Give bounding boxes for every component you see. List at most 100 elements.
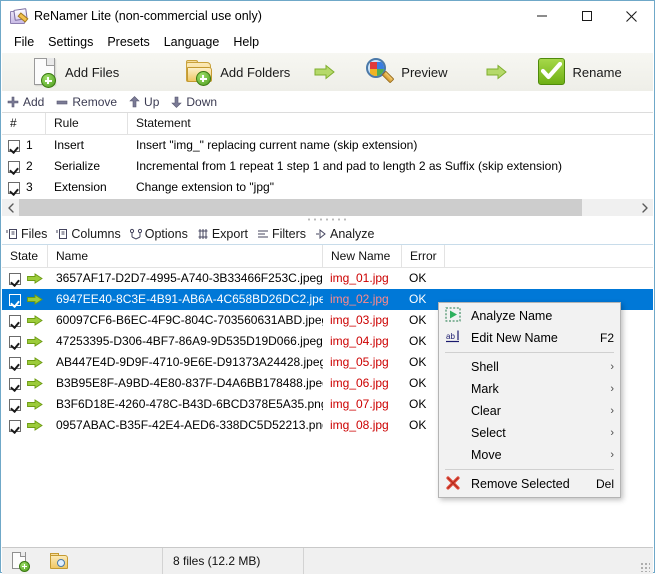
file-checkbox[interactable] xyxy=(9,398,21,411)
tab-analyze-label: Analyze xyxy=(330,226,375,241)
menu-presets[interactable]: Presets xyxy=(100,33,156,51)
tab-options[interactable]: Options xyxy=(129,227,188,241)
add-files-status-icon[interactable] xyxy=(12,552,30,572)
files-col-state[interactable]: State xyxy=(2,245,48,267)
rule-number: 3 xyxy=(26,180,33,194)
rules-col-rule[interactable]: Rule xyxy=(46,113,128,134)
context-menu-item-edit-new-name[interactable]: ab Edit New Name F2 xyxy=(439,327,620,349)
menu-language[interactable]: Language xyxy=(157,33,227,51)
file-checkbox[interactable] xyxy=(9,377,21,390)
file-state xyxy=(2,352,48,373)
minimize-button[interactable] xyxy=(519,1,564,31)
export-icon xyxy=(197,228,209,240)
file-new-name: img_03.jpg xyxy=(330,313,389,327)
title-bar: ReNamer Lite (non-commercial use only) xyxy=(1,1,654,31)
context-menu-accel: Del xyxy=(595,477,614,491)
blank-icon xyxy=(445,380,467,398)
rename-button[interactable]: Rename xyxy=(534,53,626,91)
analyze-name-icon xyxy=(445,307,467,325)
file-error: OK xyxy=(409,271,427,285)
resize-grip-icon[interactable] xyxy=(640,562,650,572)
context-menu-item-shell[interactable]: Shell › xyxy=(439,356,620,378)
rules-col-num[interactable]: # xyxy=(2,113,46,134)
close-button[interactable] xyxy=(609,1,654,31)
add-folders-button[interactable]: Add Folders xyxy=(181,53,294,91)
rule-up-label: Up xyxy=(144,94,160,109)
files-col-name[interactable]: Name xyxy=(48,245,323,267)
scrollbar-track[interactable] xyxy=(19,199,636,216)
scrollbar-thumb[interactable] xyxy=(19,199,582,216)
files-col-error[interactable]: Error xyxy=(402,245,445,267)
file-name: AB447E4D-9D9F-4710-9E6E-D91373A24428.jpe… xyxy=(56,355,323,369)
menu-file[interactable]: File xyxy=(7,33,41,51)
rename-icon xyxy=(537,58,566,86)
green-arrow-icon xyxy=(27,378,43,389)
context-menu-item-remove-selected[interactable]: Remove Selected Del xyxy=(439,473,620,495)
rules-row[interactable]: 2 Serialize Incremental from 1 repeat 1 … xyxy=(2,156,653,177)
files-table-header: State Name New Name Error xyxy=(2,245,653,268)
green-arrow-icon xyxy=(27,273,43,284)
file-checkbox[interactable] xyxy=(9,272,21,285)
table-row[interactable]: 3657AF17-D2D7-4995-A740-3B33466F253C.jpe… xyxy=(2,268,653,289)
add-files-button[interactable]: Add Files xyxy=(28,53,123,91)
file-checkbox[interactable] xyxy=(9,335,21,348)
rule-add-button[interactable]: Add xyxy=(7,95,44,109)
green-right-arrow-icon xyxy=(314,64,336,80)
rule-remove-label: Remove xyxy=(72,94,118,109)
file-checkbox[interactable] xyxy=(9,356,21,369)
rule-checkbox[interactable] xyxy=(8,181,20,194)
tab-filters-label: Filters xyxy=(271,226,306,241)
context-menu-item-clear[interactable]: Clear › xyxy=(439,400,620,422)
context-menu-separator xyxy=(445,352,614,353)
file-checkbox[interactable] xyxy=(9,419,21,432)
rule-down-button[interactable]: Down xyxy=(171,95,217,109)
rules-row[interactable]: 3 Extension Change extension to "jpg" xyxy=(2,177,653,198)
file-name: B3F6D18E-4260-478C-B43D-6BCD378E5A35.png xyxy=(56,397,323,411)
file-state xyxy=(2,394,48,415)
add-folders-status-icon[interactable] xyxy=(50,553,68,569)
context-menu-item-select[interactable]: Select › xyxy=(439,422,620,444)
panel-splitter[interactable] xyxy=(2,216,653,223)
context-menu-accel: F2 xyxy=(599,331,614,345)
context-menu-item-move[interactable]: Move › xyxy=(439,444,620,466)
file-checkbox[interactable] xyxy=(9,293,21,306)
menu-bar: File Settings Presets Language Help xyxy=(1,31,654,53)
tab-export[interactable]: Export xyxy=(197,227,248,241)
menu-settings[interactable]: Settings xyxy=(41,33,100,51)
rules-table-header: # Rule Statement xyxy=(2,113,653,135)
context-menu-item-analyze-name[interactable]: Analyze Name xyxy=(439,305,620,327)
status-spacer xyxy=(304,548,653,574)
analyze-icon xyxy=(315,228,327,240)
blank-icon xyxy=(445,446,467,464)
files-col-pad xyxy=(445,245,653,267)
context-menu-separator xyxy=(445,469,614,470)
tab-columns[interactable]: Columns xyxy=(56,227,121,241)
rules-horizontal-scrollbar[interactable] xyxy=(2,199,653,216)
rule-up-button[interactable]: Up xyxy=(129,95,159,109)
files-col-new-name[interactable]: New Name xyxy=(323,245,402,267)
tab-analyze[interactable]: Analyze xyxy=(315,227,374,241)
maximize-button[interactable] xyxy=(564,1,609,31)
rule-remove-button[interactable]: Remove xyxy=(56,95,117,109)
file-checkbox[interactable] xyxy=(9,314,21,327)
rules-row[interactable]: 1 Insert Insert "img_" replacing current… xyxy=(2,135,653,156)
preview-button[interactable]: Preview xyxy=(362,53,451,91)
remove-selected-icon xyxy=(445,475,467,493)
menu-help[interactable]: Help xyxy=(226,33,266,51)
rule-checkbox[interactable] xyxy=(8,139,20,152)
context-menu-label: Mark xyxy=(471,382,499,396)
rules-toolbar: Add Remove Up Down xyxy=(2,91,653,113)
window-title: ReNamer Lite (non-commercial use only) xyxy=(34,9,262,23)
rules-col-statement[interactable]: Statement xyxy=(128,113,648,134)
file-state xyxy=(2,268,48,289)
tab-filters[interactable]: Filters xyxy=(257,227,306,241)
file-new-name: img_06.jpg xyxy=(330,376,389,390)
file-state xyxy=(2,331,48,352)
scroll-left-icon[interactable] xyxy=(2,199,19,216)
context-menu-item-mark[interactable]: Mark › xyxy=(439,378,620,400)
scroll-right-icon[interactable] xyxy=(636,199,653,216)
tab-files[interactable]: Files xyxy=(6,227,47,241)
blank-icon xyxy=(445,358,467,376)
rule-checkbox[interactable] xyxy=(8,160,20,173)
columns-icon xyxy=(56,228,68,240)
